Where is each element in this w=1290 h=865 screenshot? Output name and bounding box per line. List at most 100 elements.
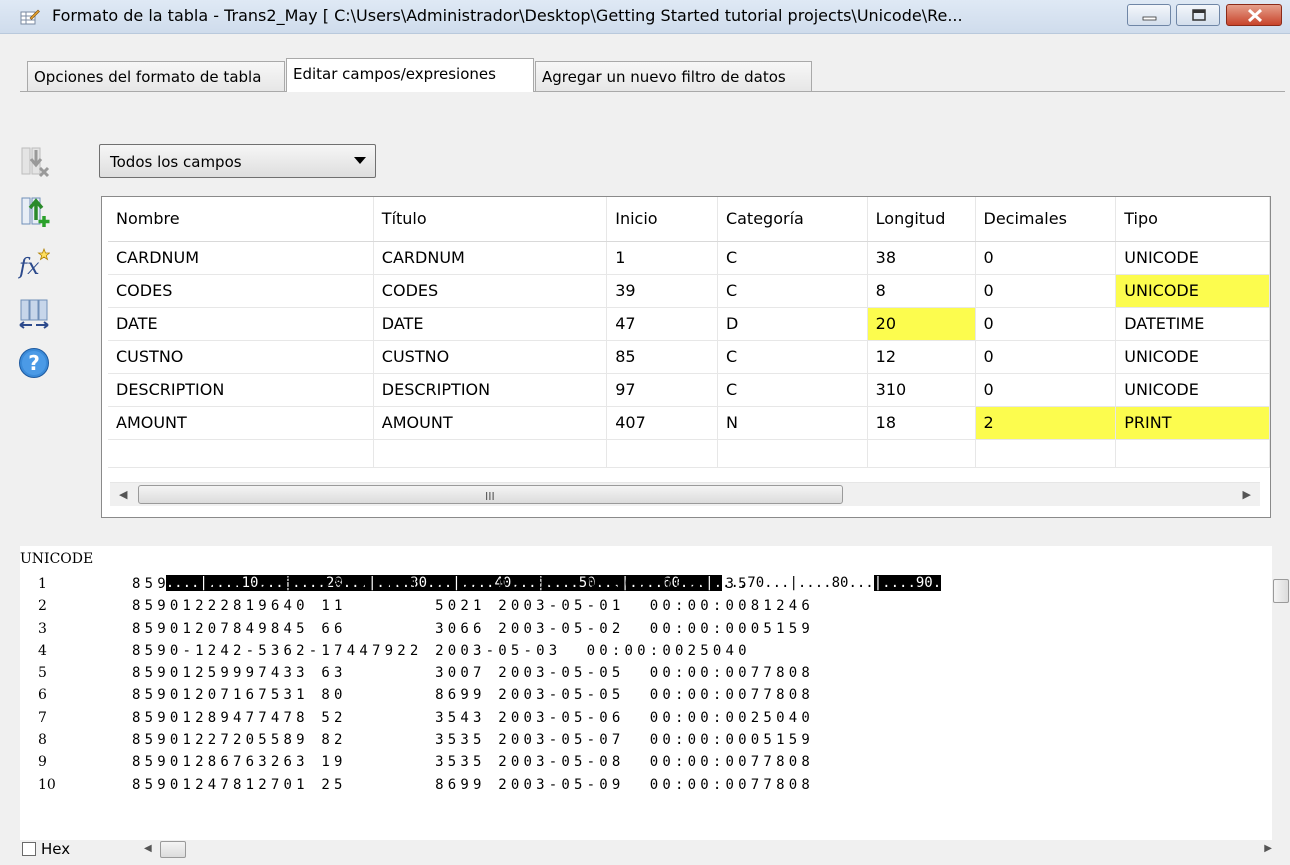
svg-text:?: ? <box>28 351 40 375</box>
cell-categoria[interactable]: C <box>717 373 868 407</box>
cell-categoria[interactable]: D <box>717 307 868 341</box>
row-number: 5 <box>38 665 47 682</box>
cell-nombre[interactable]: AMOUNT <box>108 406 374 440</box>
close-button[interactable] <box>1226 4 1282 26</box>
maximize-button[interactable] <box>1176 4 1220 26</box>
scroll-thumb[interactable] <box>1273 579 1289 603</box>
preview-vertical-scrollbar[interactable] <box>1272 572 1290 834</box>
cell-decimales[interactable]: 0 <box>975 307 1117 341</box>
fx-expression-icon[interactable]: fx <box>18 248 50 280</box>
cell-decimales[interactable]: 0 <box>975 373 1117 407</box>
cell-titulo[interactable]: CUSTNO <box>373 340 608 374</box>
cell-longitud-highlighted[interactable]: 20 <box>867 307 976 341</box>
cell-decimales[interactable]: 0 <box>975 340 1117 374</box>
cell-empty[interactable] <box>867 439 976 468</box>
cell-inicio[interactable]: 1 <box>606 241 718 275</box>
cell-empty[interactable] <box>1115 439 1270 468</box>
cell-tipo[interactable]: UNICODE <box>1115 373 1270 407</box>
title-bar: Formato de la tabla - Trans2_May [ C:\Us… <box>0 0 1290 34</box>
row-data: 85901222819640 11 5021 2003-05-01 00:00:… <box>132 598 814 615</box>
cell-nombre[interactable]: CODES <box>108 274 374 308</box>
cell-empty[interactable] <box>975 439 1117 468</box>
add-field-icon[interactable] <box>18 196 50 228</box>
scroll-right-icon[interactable]: ▶ <box>1243 488 1251 501</box>
row-number: 4 <box>38 642 47 659</box>
column-header-longitud[interactable]: Longitud <box>867 197 976 242</box>
cell-empty[interactable] <box>373 439 608 468</box>
cell-empty[interactable] <box>108 439 374 468</box>
cell-categoria[interactable]: N <box>717 406 868 440</box>
cell-empty[interactable] <box>606 439 718 468</box>
cell-tipo-highlighted[interactable]: PRINT <box>1115 406 1270 440</box>
cell-tipo[interactable]: DATETIME <box>1115 307 1270 341</box>
cell-empty[interactable] <box>717 439 868 468</box>
cell-nombre[interactable]: CARDNUM <box>108 241 374 275</box>
cell-longitud[interactable]: 12 <box>867 340 976 374</box>
cell-inicio[interactable]: 39 <box>606 274 718 308</box>
minimize-button[interactable] <box>1127 4 1171 26</box>
cell-categoria[interactable]: C <box>717 340 868 374</box>
table-row-empty[interactable] <box>108 439 1270 468</box>
row-number: 6 <box>38 687 47 704</box>
table-row[interactable]: CODES CODES 39 C 8 0 UNICODE <box>108 274 1270 308</box>
column-header-categoria[interactable]: Categoría <box>717 197 868 242</box>
hex-checkbox[interactable] <box>22 842 36 856</box>
row-number: 9 <box>38 754 47 771</box>
cell-titulo[interactable]: CODES <box>373 274 608 308</box>
cell-tipo-highlighted[interactable]: UNICODE <box>1115 274 1270 308</box>
remove-field-icon[interactable] <box>18 146 50 178</box>
column-header-inicio[interactable]: Inicio <box>606 197 718 242</box>
scroll-left-icon[interactable]: ◀ <box>144 843 152 854</box>
cell-decimales[interactable]: 0 <box>975 241 1117 275</box>
cell-inicio[interactable]: 407 <box>606 406 718 440</box>
cell-categoria[interactable]: C <box>717 274 868 308</box>
scroll-thumb[interactable] <box>160 841 186 858</box>
cell-decimales[interactable]: 0 <box>975 274 1117 308</box>
column-header-titulo[interactable]: Título <box>373 197 608 242</box>
preview-horizontal-scrollbar[interactable]: ◀ ▶ <box>140 840 1280 860</box>
table-row[interactable]: DATE DATE 47 D 20 0 DATETIME <box>108 307 1270 341</box>
move-columns-icon[interactable] <box>18 298 50 330</box>
table-row[interactable]: AMOUNT AMOUNT 407 N 18 2 PRINT <box>108 406 1270 440</box>
field-filter-dropdown[interactable]: Todos los campos <box>99 144 376 178</box>
maximize-icon <box>1192 9 1206 21</box>
tab-editar-campos[interactable]: Editar campos/expresiones <box>286 58 534 92</box>
table-row[interactable]: DESCRIPTION DESCRIPTION 97 C 310 0 UNICO… <box>108 373 1270 407</box>
column-header-tipo[interactable]: Tipo <box>1115 197 1270 242</box>
cell-categoria[interactable]: C <box>717 241 868 275</box>
cell-inicio[interactable]: 85 <box>606 340 718 374</box>
cell-nombre[interactable]: CUSTNO <box>108 340 374 374</box>
help-icon[interactable]: ? <box>18 347 50 379</box>
cell-titulo[interactable]: AMOUNT <box>373 406 608 440</box>
cell-longitud[interactable]: 8 <box>867 274 976 308</box>
table-row[interactable]: CARDNUM CARDNUM 1 C 38 0 UNICODE <box>108 241 1270 275</box>
cell-longitud[interactable]: 18 <box>867 406 976 440</box>
cell-nombre[interactable]: DATE <box>108 307 374 341</box>
scroll-thumb[interactable]: III <box>138 485 843 504</box>
cell-inicio[interactable]: 47 <box>606 307 718 341</box>
cell-longitud[interactable]: 38 <box>867 241 976 275</box>
cell-titulo[interactable]: CARDNUM <box>373 241 608 275</box>
cell-nombre[interactable]: DESCRIPTION <box>108 373 374 407</box>
column-ruler[interactable]: ....|....10...|....20...|....30...|....4… <box>132 550 942 591</box>
cell-decimales-highlighted[interactable]: 2 <box>975 406 1117 440</box>
column-header-decimales[interactable]: Decimales <box>975 197 1117 242</box>
cell-longitud[interactable]: 310 <box>867 373 976 407</box>
scroll-right-icon[interactable]: ▶ <box>1264 843 1272 854</box>
table-row[interactable]: CUSTNO CUSTNO 85 C 12 0 UNICODE <box>108 340 1270 374</box>
tab-opciones-formato[interactable]: Opciones del formato de tabla <box>27 61 285 92</box>
cell-titulo[interactable]: DATE <box>373 307 608 341</box>
cell-tipo[interactable]: UNICODE <box>1115 241 1270 275</box>
row-number: 1 <box>38 576 47 592</box>
grid-horizontal-scrollbar[interactable]: ◀ III ▶ <box>110 482 1260 506</box>
scroll-left-icon[interactable]: ◀ <box>119 488 127 501</box>
ruler-selected-segment[interactable]: |....90. <box>873 575 942 591</box>
data-preview[interactable]: UNICODE ....|....10...|....20...|....30.… <box>20 546 1272 840</box>
cell-tipo[interactable]: UNICODE <box>1115 340 1270 374</box>
cell-inicio[interactable]: 97 <box>606 373 718 407</box>
field-filter-value: Todos los campos <box>110 153 242 171</box>
minimize-icon <box>1142 16 1157 21</box>
column-header-nombre[interactable]: Nombre <box>108 197 374 242</box>
cell-titulo[interactable]: DESCRIPTION <box>373 373 608 407</box>
tab-agregar-filtro[interactable]: Agregar un nuevo filtro de datos <box>535 61 812 92</box>
